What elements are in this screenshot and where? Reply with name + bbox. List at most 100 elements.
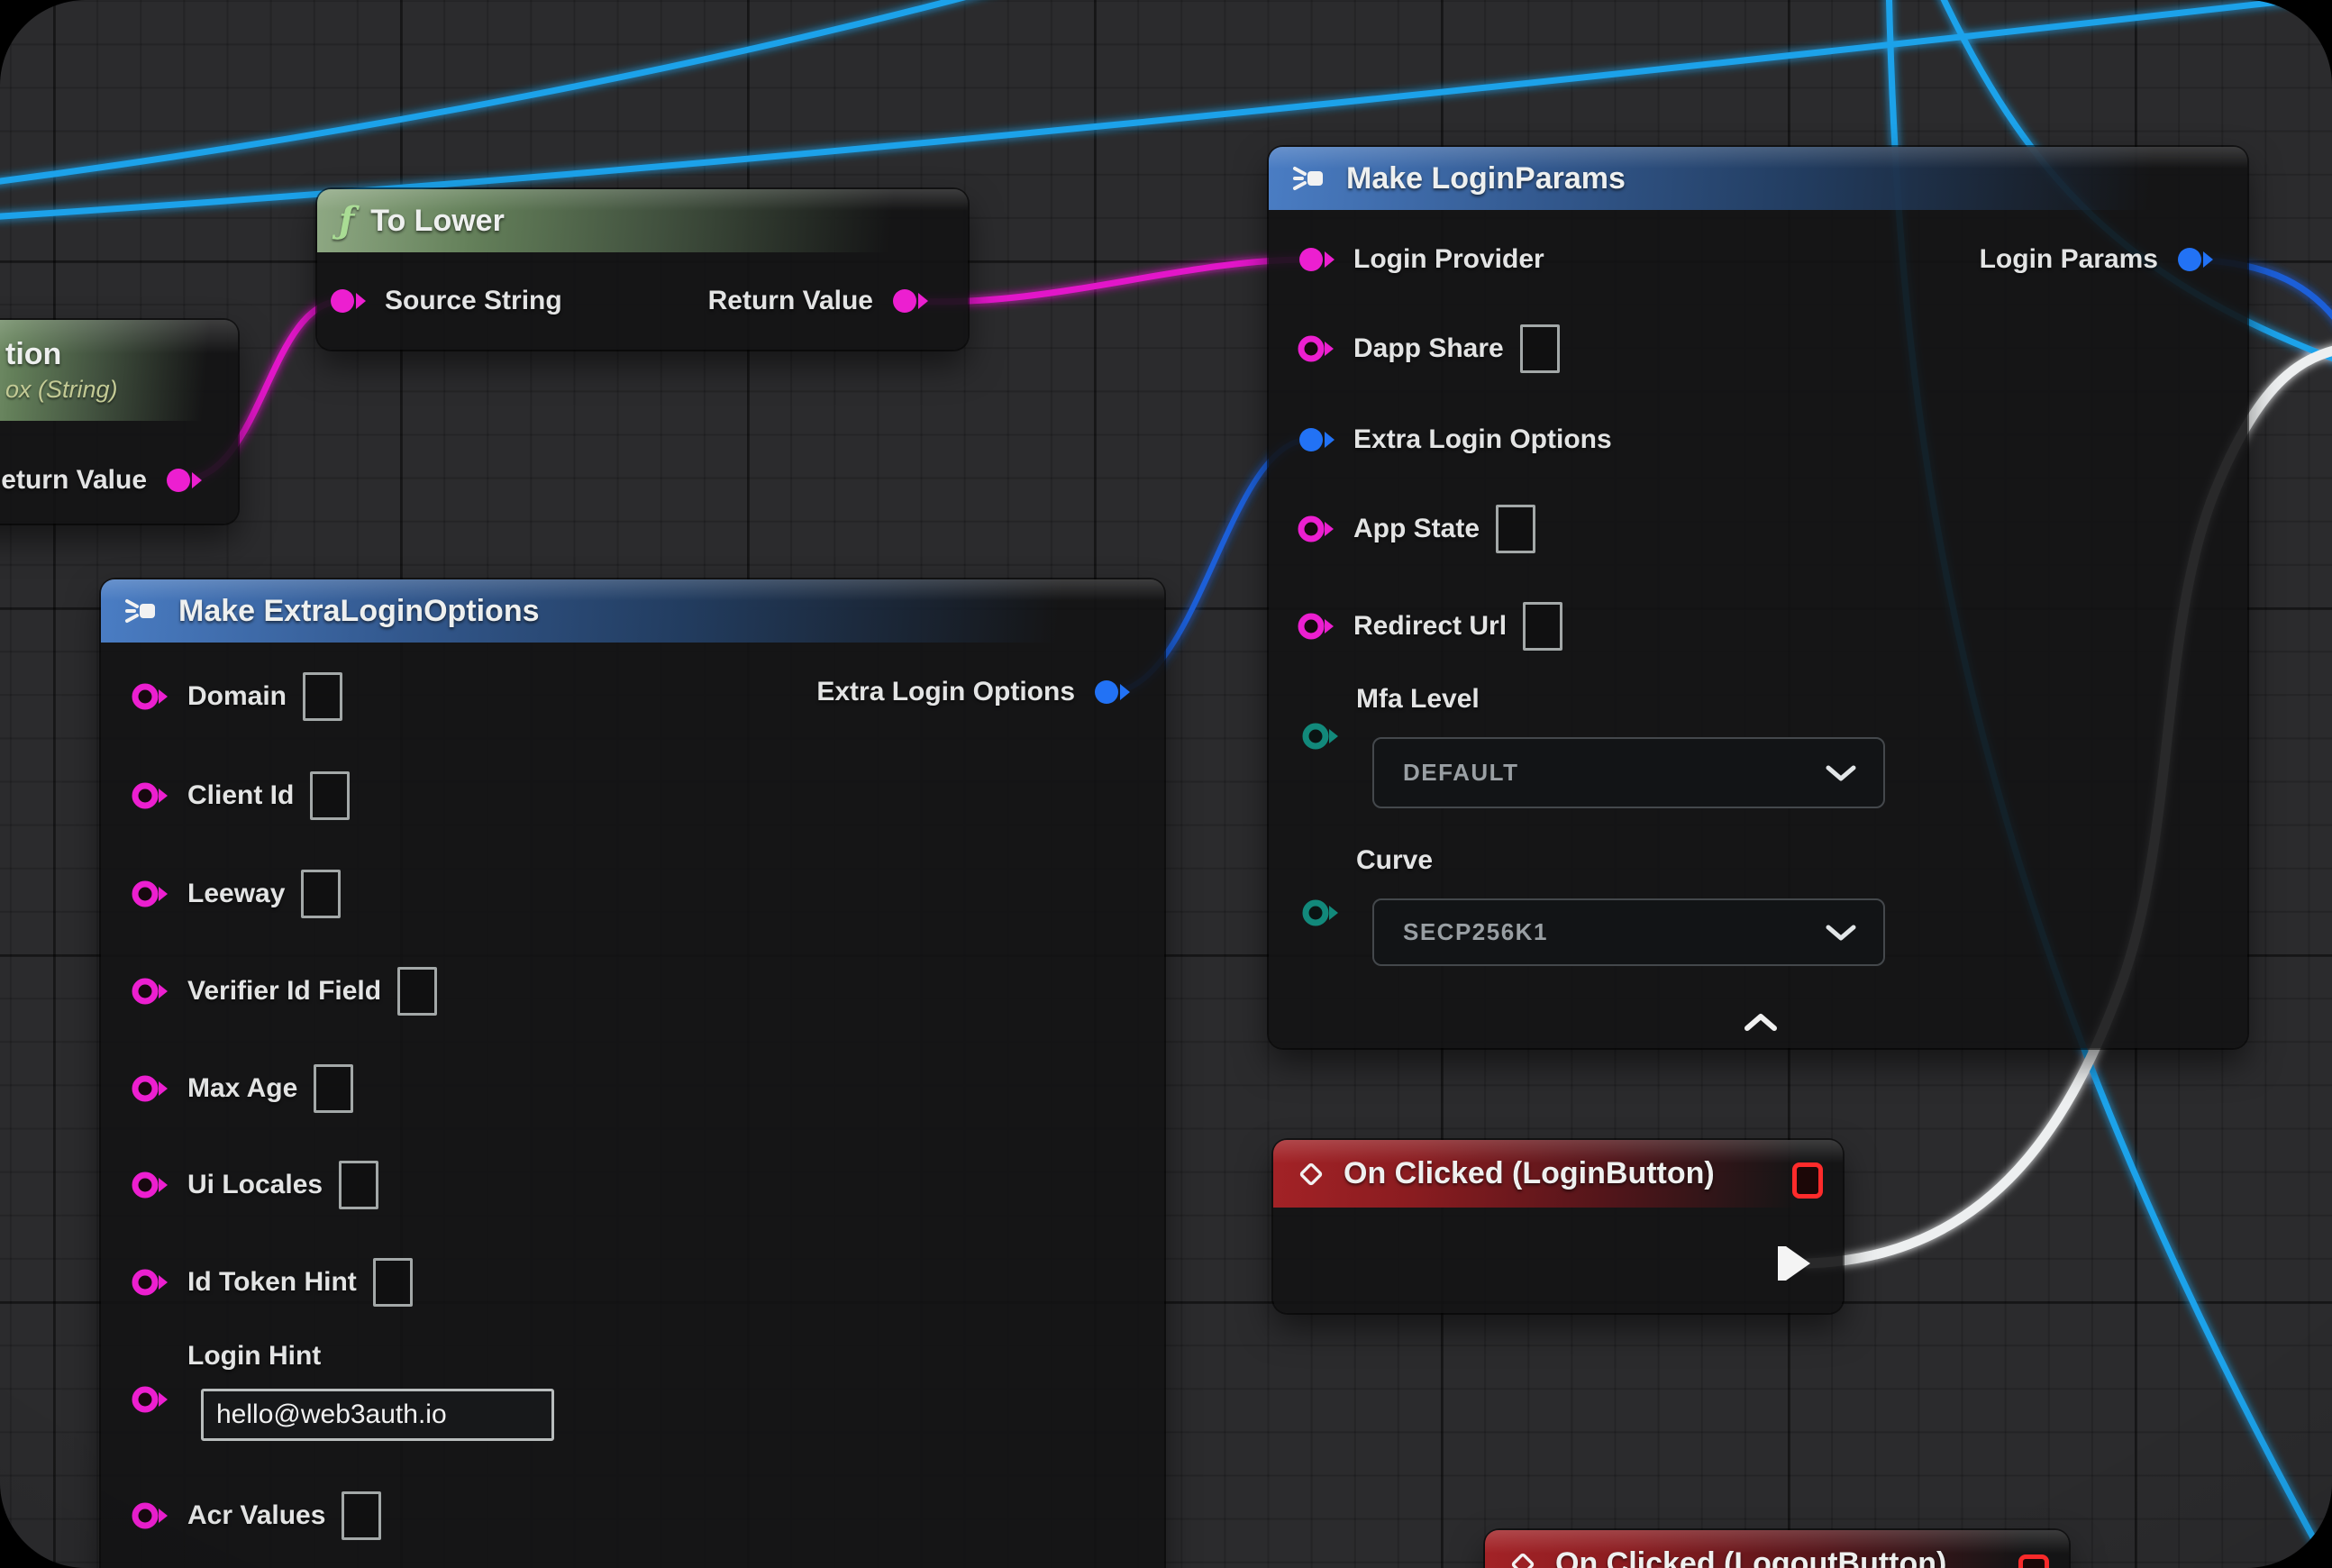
- pin-row-return-value: eturn Value: [1, 451, 205, 509]
- chevron-down-icon: [1826, 764, 1856, 782]
- node-subtitle-fragment: ox (String): [5, 376, 118, 404]
- string-pin[interactable]: [130, 1381, 171, 1418]
- event-icon: [1295, 1158, 1327, 1190]
- event-icon: [1507, 1548, 1539, 1568]
- pin-row-dapp-share: Dapp Share: [1296, 320, 1560, 378]
- make-struct-icon: [1290, 162, 1330, 195]
- pin-label: Max Age: [187, 1073, 297, 1104]
- pin-row-login-provider: Login Provider: [1296, 231, 1544, 288]
- pin-row-acr-values: Acr Values: [130, 1487, 381, 1545]
- leeway-checkbox[interactable]: [301, 870, 341, 918]
- exec-pin[interactable]: [1775, 1244, 1813, 1283]
- pin-row-login-params-out: Login Params: [1980, 231, 2216, 288]
- string-pin[interactable]: [1296, 242, 1337, 278]
- pin-label: Login Params: [1980, 244, 2158, 275]
- node-title: Make LoginParams: [1346, 161, 1626, 196]
- blueprint-editor: tion ox (String) eturn Value ƒ To Lower …: [0, 0, 2332, 1568]
- pin-row-ui-locales: Ui Locales: [130, 1156, 378, 1214]
- pin-row-domain: Domain: [130, 668, 342, 725]
- login-hint-label: Login Hint: [187, 1341, 321, 1372]
- pin-label: Login Provider: [1353, 244, 1544, 275]
- node-make-extra-login-options[interactable]: Make ExtraLoginOptions Extra Login Optio…: [101, 579, 1164, 1568]
- max-age-checkbox[interactable]: [314, 1064, 353, 1113]
- node-header: ƒ To Lower: [317, 189, 968, 252]
- verifier-id-field-checkbox[interactable]: [397, 967, 437, 1016]
- string-pin[interactable]: [130, 1071, 171, 1107]
- curve-dropdown[interactable]: SECP256K1: [1372, 898, 1885, 966]
- node-header: On Clicked (LogoutButton): [1485, 1530, 2069, 1568]
- string-pin[interactable]: [1296, 331, 1337, 367]
- ui-locales-checkbox[interactable]: [339, 1161, 378, 1209]
- wire-cyan-top-left[interactable]: [0, 0, 1005, 185]
- pin-label: App State: [1353, 514, 1480, 544]
- node-title: On Clicked (LoginButton): [1344, 1156, 1715, 1191]
- pin-label: Return Value: [708, 286, 873, 316]
- login-hint-input[interactable]: [201, 1389, 554, 1441]
- pin-label: Ui Locales: [187, 1170, 323, 1200]
- app-state-checkbox[interactable]: [1496, 505, 1535, 553]
- node-truncated-function[interactable]: tion ox (String) eturn Value: [0, 320, 238, 524]
- graph-canvas[interactable]: tion ox (String) eturn Value ƒ To Lower …: [0, 0, 2332, 1568]
- domain-checkbox[interactable]: [303, 672, 342, 721]
- delegate-pin[interactable]: [1792, 1162, 1823, 1199]
- pin-label: Extra Login Options: [816, 677, 1075, 707]
- wire-string-tolower-to-provider[interactable]: [911, 260, 1308, 302]
- enum-pin[interactable]: [1300, 895, 1342, 931]
- client-id-checkbox[interactable]: [310, 771, 350, 820]
- node-header: Make ExtraLoginOptions: [101, 579, 1164, 643]
- struct-pin[interactable]: [1296, 422, 1337, 458]
- function-icon: ƒ: [339, 203, 354, 239]
- struct-pin[interactable]: [2174, 242, 2216, 278]
- string-pin[interactable]: [327, 283, 369, 319]
- string-pin[interactable]: [130, 1264, 171, 1300]
- pin-row-client-id: Client Id: [130, 767, 350, 825]
- node-on-clicked-login-button[interactable]: On Clicked (LoginButton): [1273, 1140, 1843, 1313]
- node-make-login-params[interactable]: Make LoginParams Login Provider Login Pa…: [1269, 147, 2247, 1048]
- delegate-pin[interactable]: [2018, 1554, 2049, 1568]
- string-pin[interactable]: [130, 1167, 171, 1203]
- mfa-level-value: DEFAULT: [1403, 759, 1518, 787]
- make-struct-icon: [123, 595, 162, 627]
- pin-label: Acr Values: [187, 1500, 325, 1531]
- string-pin[interactable]: [163, 462, 205, 498]
- pin-label: Client Id: [187, 780, 294, 811]
- pin-row-return-value: Return Value: [708, 272, 931, 330]
- pin-row-extra-login-options-in: Extra Login Options: [1296, 411, 1612, 469]
- dapp-share-checkbox[interactable]: [1520, 324, 1560, 373]
- pin-label: Domain: [187, 681, 287, 712]
- string-pin[interactable]: [130, 1498, 171, 1534]
- node-to-lower[interactable]: ƒ To Lower Source String Return Value: [317, 189, 968, 350]
- pin-label: Id Token Hint: [187, 1267, 357, 1298]
- pin-label: Extra Login Options: [1353, 424, 1612, 455]
- redirect-url-checkbox[interactable]: [1523, 602, 1562, 651]
- id-token-hint-checkbox[interactable]: [373, 1258, 413, 1307]
- string-pin[interactable]: [130, 876, 171, 912]
- node-title: To Lower: [370, 204, 505, 239]
- curve-label: Curve: [1356, 845, 1433, 876]
- string-pin[interactable]: [889, 283, 931, 319]
- pin-label: eturn Value: [1, 465, 147, 496]
- string-pin[interactable]: [130, 778, 171, 814]
- string-pin[interactable]: [1296, 511, 1337, 547]
- pin-row-verifier-id-field: Verifier Id Field: [130, 962, 437, 1020]
- pin-label: Source String: [385, 286, 562, 316]
- enum-pin[interactable]: [1300, 718, 1342, 754]
- pin-row-redirect-url: Redirect Url: [1296, 597, 1562, 655]
- chevron-down-icon: [1826, 924, 1856, 942]
- pin-row-app-state: App State: [1296, 500, 1535, 558]
- struct-pin[interactable]: [1091, 674, 1133, 710]
- pin-row-source-string: Source String: [327, 272, 562, 330]
- pin-row-max-age: Max Age: [130, 1060, 353, 1117]
- pin-label: Dapp Share: [1353, 333, 1504, 364]
- node-title: Make ExtraLoginOptions: [178, 594, 540, 629]
- acr-values-checkbox[interactable]: [342, 1491, 381, 1540]
- string-pin[interactable]: [1296, 608, 1337, 644]
- node-on-clicked-logout-button[interactable]: On Clicked (LogoutButton): [1485, 1530, 2069, 1568]
- curve-value: SECP256K1: [1403, 918, 1548, 946]
- string-pin[interactable]: [130, 973, 171, 1009]
- pin-row-id-token-hint: Id Token Hint: [130, 1253, 413, 1311]
- string-pin[interactable]: [130, 679, 171, 715]
- pin-label: Leeway: [187, 879, 285, 909]
- collapse-arrow[interactable]: [1743, 1012, 1779, 1032]
- mfa-level-dropdown[interactable]: DEFAULT: [1372, 737, 1885, 808]
